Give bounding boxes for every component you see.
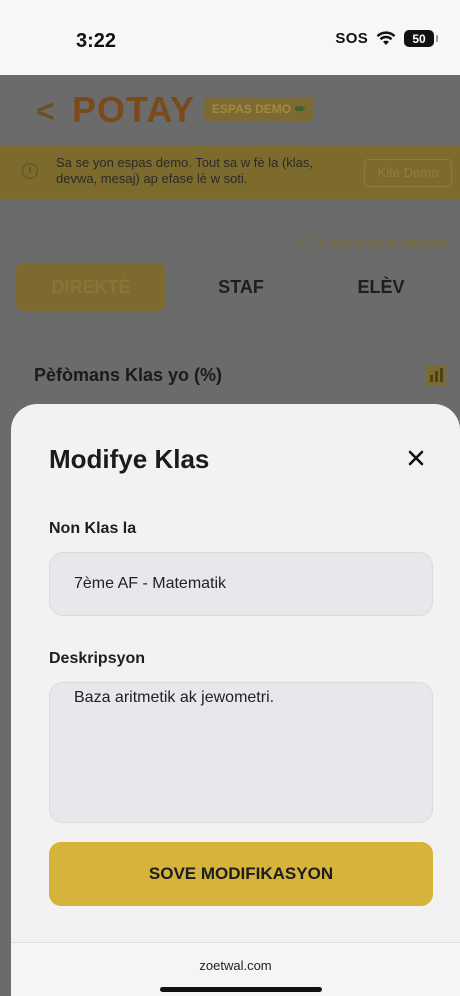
pencil-icon: ✏ (295, 102, 306, 116)
tab-direkte[interactable]: DIREKTÈ (16, 263, 166, 311)
section-title: Pèfòmans Klas yo (%) (34, 365, 223, 385)
status-indicators: SOS 50 (335, 30, 438, 47)
status-bar: 3:22 SOS 50 (0, 0, 460, 75)
home-indicator[interactable] (160, 987, 322, 992)
battery-icon: 50 (404, 30, 438, 47)
exit-demo-button[interactable]: Kite Demo (364, 159, 452, 187)
demo-badge: ESPAS DEMO ✏ (204, 97, 314, 121)
demo-badge-label: ESPAS DEMO (212, 102, 292, 116)
bar-chart-icon[interactable] (426, 365, 446, 385)
description-field-label: Deskripsyon (49, 650, 146, 667)
banner-text: Sa se yon espas demo. Tout sa w fè la (k… (56, 155, 314, 186)
app-logo: POTAY (72, 89, 196, 130)
close-button[interactable] (400, 442, 432, 474)
status-time: 3:22 (76, 30, 117, 52)
tab-staf[interactable]: STAF (176, 263, 306, 311)
edit-class-sheet: Modifye Klas Non Klas la Deskripsyon Baz… (11, 404, 460, 996)
sheet-title: Modifye Klas (49, 444, 210, 474)
close-icon (408, 450, 424, 466)
app-header: < POTAY ESPAS DEMO ✏ (0, 75, 460, 145)
sos-indicator: SOS (335, 30, 368, 47)
class-name-field[interactable] (49, 552, 433, 616)
browser-footer: zoetwal.com (11, 942, 460, 996)
name-field-label: Non Klas la (49, 520, 137, 537)
add-institution-link[interactable]: + Ajoute lòt enstitisyon (300, 233, 448, 250)
footer-url: zoetwal.com (199, 958, 272, 973)
back-chevron-icon[interactable]: < (36, 93, 55, 130)
tab-elev[interactable]: ELÈV (316, 263, 446, 311)
wifi-icon (376, 31, 396, 46)
info-icon: i (22, 163, 38, 179)
add-institution-label: + Ajoute lòt enstitisyon (318, 235, 448, 250)
demo-banner: i Sa se yon espas demo. Tout sa w fè la … (0, 145, 460, 199)
save-changes-button[interactable]: SOVE MODIFIKASYON (49, 842, 433, 906)
role-tabs: DIREKTÈ STAF ELÈV (16, 263, 446, 313)
plus-circle-icon (300, 233, 315, 247)
description-field[interactable]: Baza aritmetik ak jewometri. (49, 682, 433, 823)
